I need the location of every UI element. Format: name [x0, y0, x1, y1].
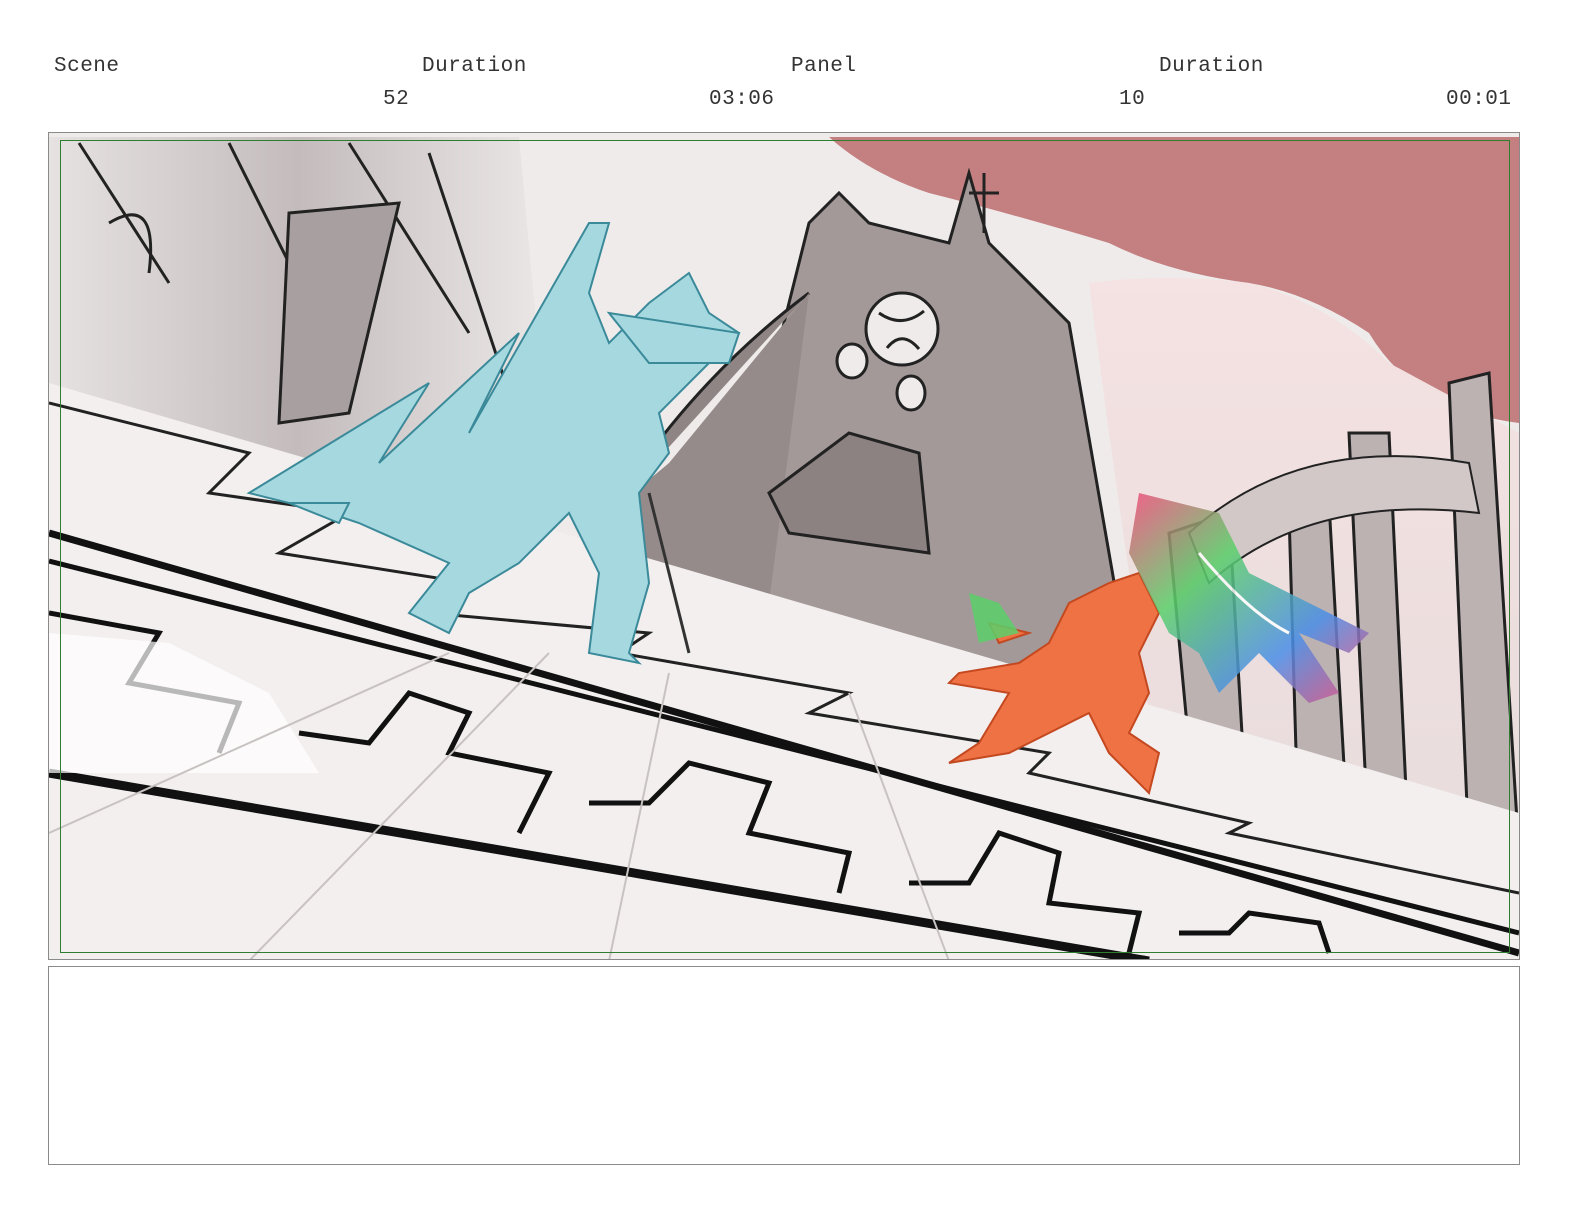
notes-box[interactable] [48, 966, 1520, 1165]
panel-label: Panel [791, 55, 857, 78]
scene-label: Scene [54, 55, 120, 78]
scene-duration: 03:06 [709, 88, 775, 111]
notes-text [49, 967, 1519, 987]
scene-number: 52 [383, 88, 410, 111]
panel-number: 10 [1119, 88, 1146, 111]
panel-drawing [49, 133, 1519, 959]
rose-window [864, 291, 940, 367]
duration-label: Duration [422, 55, 527, 78]
storyboard-panel [48, 132, 1520, 960]
panel-duration: 00:01 [1446, 88, 1512, 111]
panel-duration-label: Duration [1159, 55, 1264, 78]
